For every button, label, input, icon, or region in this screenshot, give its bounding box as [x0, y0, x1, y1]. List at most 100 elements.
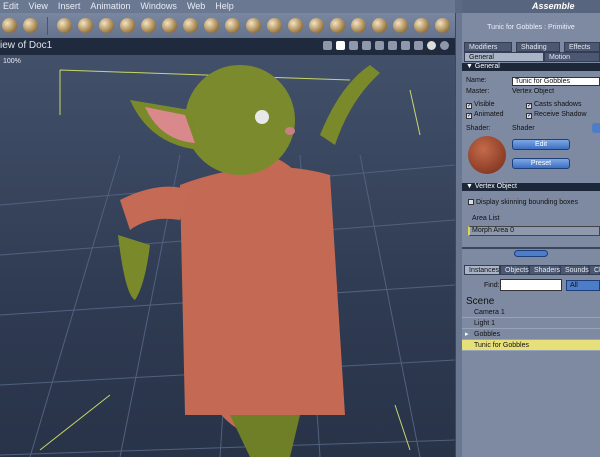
casts-shadows-checkbox[interactable]: ✓ Casts shadows [526, 101, 581, 109]
tab-instances[interactable]: Instances [464, 265, 500, 275]
torus-icon[interactable] [141, 18, 156, 33]
scene-heading: Scene [466, 296, 495, 307]
room-name[interactable]: Assemble [532, 1, 575, 11]
check-icon: ✓ [466, 113, 473, 119]
layout-four-icon[interactable] [375, 41, 384, 50]
menu-view[interactable]: View [26, 0, 55, 13]
terrain-icon[interactable] [204, 18, 219, 33]
master-label: Master: [466, 88, 490, 95]
scene-item-camera[interactable]: Camera 1 [462, 307, 600, 318]
name-input[interactable]: Tunic for Gobbles [512, 77, 600, 86]
general-section-label: General [474, 63, 500, 70]
spline-icon[interactable] [120, 18, 135, 33]
plant-icon[interactable] [225, 18, 240, 33]
vertex-object-section-header[interactable]: ▼ Vertex Object [462, 183, 600, 191]
render-wire-icon[interactable] [388, 41, 397, 50]
render-flat-icon[interactable] [414, 41, 423, 50]
check-icon: ✓ [526, 103, 533, 109]
name-label: Name: [466, 77, 487, 84]
render-smooth-icon[interactable] [427, 41, 436, 50]
metaball-icon[interactable] [288, 18, 303, 33]
tab-motion[interactable]: Motion [544, 52, 600, 62]
tab-shading[interactable]: Shading [516, 42, 560, 52]
tab-general[interactable]: General [464, 52, 544, 62]
menu-help[interactable]: Help [212, 0, 241, 13]
sphere-primitive-icon[interactable] [57, 18, 72, 33]
globe-icon[interactable] [99, 18, 114, 33]
scene-item-tunic-selected[interactable]: Tunic for Gobbles [462, 340, 600, 351]
menu-animation[interactable]: Animation [87, 0, 137, 13]
receive-shadow-label: Receive Shadow [534, 111, 587, 118]
visible-checkbox[interactable]: ✓ Visible [466, 101, 495, 109]
find-input[interactable] [500, 279, 562, 291]
hierarchy-icon[interactable] [393, 18, 408, 33]
move-tool-icon[interactable] [2, 18, 17, 33]
scene-render [0, 65, 455, 457]
shader-menu-icon[interactable] [592, 123, 600, 133]
panel-resize-handle[interactable] [514, 250, 548, 257]
viewport-title: iew of Doc1 [0, 40, 53, 51]
particles-icon[interactable] [183, 18, 198, 33]
object-title: Tunic for Gobbles : Primitive [487, 24, 575, 31]
menu-insert[interactable]: Insert [55, 0, 88, 13]
render-box-icon[interactable] [401, 41, 410, 50]
layout-single-icon[interactable] [336, 41, 345, 50]
tab-effects[interactable]: Effects [564, 42, 600, 52]
scene-item-light[interactable]: Light 1 [462, 318, 600, 329]
effects-icon[interactable] [372, 18, 387, 33]
preset-button[interactable]: Preset [512, 158, 570, 169]
tab-modifiers[interactable]: Modifiers [464, 42, 512, 52]
master-value: Vertex Object [512, 88, 555, 95]
light-icon[interactable] [351, 18, 366, 33]
cloud-icon[interactable] [246, 18, 261, 33]
edit-shader-button[interactable]: Edit [512, 139, 570, 150]
bone-icon[interactable] [435, 18, 450, 33]
skinning-checkbox[interactable]: Display skinning bounding boxes [468, 199, 578, 206]
menu-web[interactable]: Web [184, 0, 212, 13]
camera-icon[interactable] [323, 41, 332, 50]
expand-triangle-icon[interactable]: ▸ [465, 329, 469, 340]
goblet-icon[interactable] [78, 18, 93, 33]
general-section-header[interactable]: ▼ General [462, 63, 600, 71]
toolbar-divider [47, 16, 48, 35]
skinning-label: Display skinning bounding boxes [476, 199, 578, 206]
layout-two-icon[interactable] [349, 41, 358, 50]
ocean-icon[interactable] [309, 18, 324, 33]
render-shaded-icon[interactable] [440, 41, 449, 50]
check-icon: ✓ [526, 113, 533, 119]
tab-shaders[interactable]: Shaders [529, 265, 560, 275]
receive-shadow-checkbox[interactable]: ✓ Receive Shadow [526, 111, 587, 119]
text-icon[interactable] [162, 18, 177, 33]
properties-panel: Assemble Tunic for Gobbles : Primitive M… [462, 0, 600, 457]
toolbar [0, 13, 455, 38]
visible-label: Visible [474, 101, 495, 108]
tab-cl[interactable]: Cl [589, 265, 600, 275]
check-icon: ✓ [466, 103, 473, 109]
vertex-section-label: Vertex Object [474, 183, 517, 190]
room-header: Assemble [462, 0, 600, 13]
viewport-title-bar: iew of Doc1 [0, 38, 455, 55]
animated-checkbox[interactable]: ✓ Animated [466, 111, 504, 119]
menu-edit[interactable]: Edit [0, 0, 26, 13]
shader-value: Shader [512, 125, 535, 132]
target-icon[interactable] [414, 18, 429, 33]
area-list-item[interactable]: Morph Area 0 [468, 226, 600, 236]
tab-sounds[interactable]: Sounds [560, 265, 589, 275]
shader-label: Shader: [466, 125, 491, 132]
tab-objects[interactable]: Objects [500, 265, 529, 275]
divider [462, 247, 600, 249]
3d-viewport[interactable]: 100% [0, 55, 455, 457]
layout-three-icon[interactable] [362, 41, 371, 50]
rotate-tool-icon[interactable] [23, 18, 38, 33]
area-list-label: Area List [472, 215, 500, 222]
menu-windows[interactable]: Windows [137, 0, 184, 13]
viewport-controls [323, 41, 449, 50]
find-label: Find: [484, 282, 500, 289]
fire-icon[interactable] [267, 18, 282, 33]
casts-shadows-label: Casts shadows [534, 101, 582, 108]
shader-preview-sphere[interactable] [468, 136, 506, 174]
filter-dropdown[interactable]: All [566, 280, 600, 291]
panel-splitter[interactable] [455, 13, 462, 457]
bowl-icon[interactable] [330, 18, 345, 33]
scene-item-gobbles[interactable]: ▸ Gobbles [462, 329, 600, 340]
